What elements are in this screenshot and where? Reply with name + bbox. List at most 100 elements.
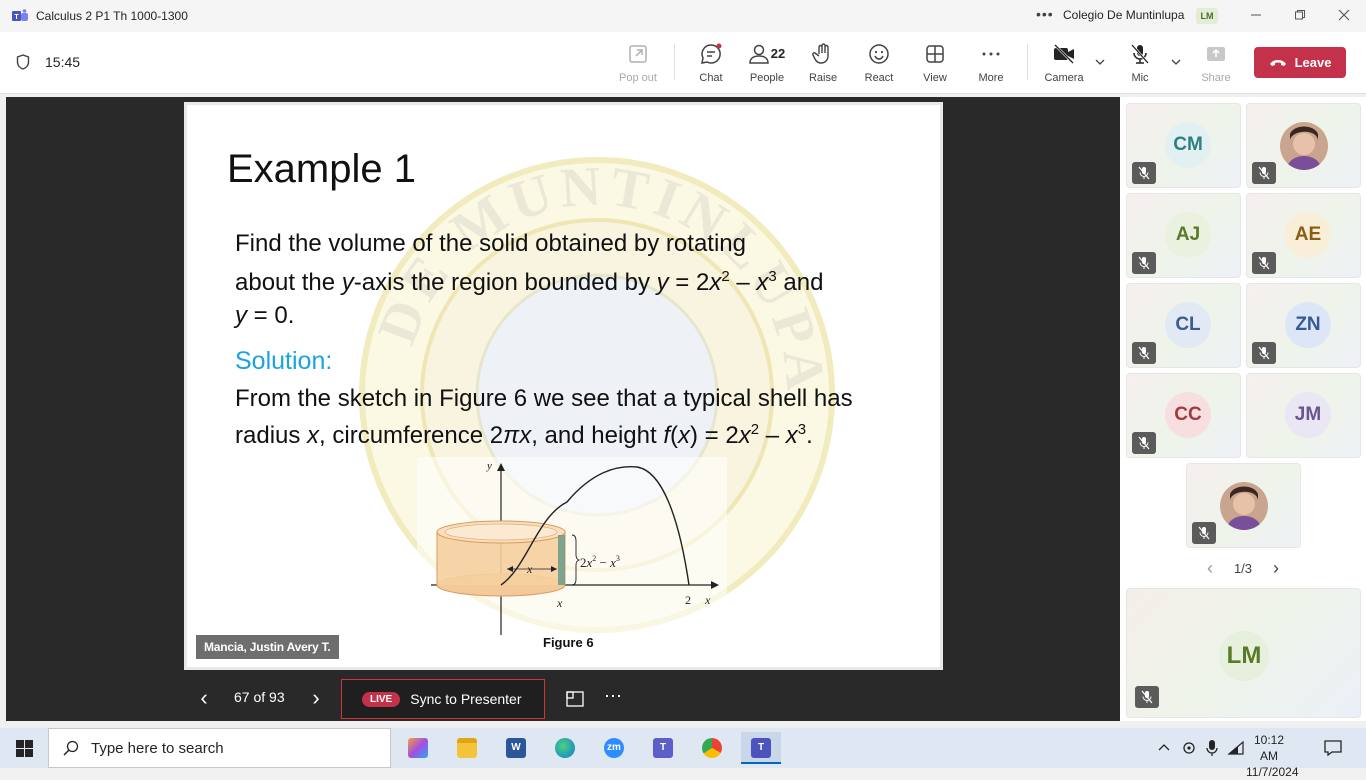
leave-button[interactable]: Leave bbox=[1254, 47, 1346, 78]
file-explorer-icon[interactable] bbox=[447, 732, 487, 764]
mic-off-icon bbox=[1138, 346, 1150, 360]
taskbar-search-box[interactable]: Type here to search bbox=[48, 728, 391, 768]
copilot-app-icon[interactable] bbox=[398, 732, 438, 764]
teams-active-app-icon[interactable]: T bbox=[741, 732, 781, 764]
participant-tile[interactable]: CL bbox=[1126, 283, 1241, 368]
participant-avatar: JM bbox=[1285, 392, 1331, 438]
self-view-tile[interactable]: LM bbox=[1126, 588, 1361, 718]
figure-y-label: y bbox=[486, 460, 492, 472]
participant-tile[interactable]: JM bbox=[1246, 373, 1361, 458]
previous-slide-button[interactable]: ‹ bbox=[194, 687, 214, 709]
participant-tile[interactable] bbox=[1246, 103, 1361, 188]
system-clock[interactable]: 10:12 AM 11/7/2024 bbox=[1246, 732, 1299, 780]
camera-options-chevron-icon[interactable] bbox=[1095, 58, 1105, 66]
self-avatar: LM bbox=[1219, 631, 1269, 681]
presenter-view-icon[interactable] bbox=[565, 689, 585, 709]
figure-caption: Figure 6 bbox=[543, 635, 594, 650]
gallery-pager: ‹ 1/3 › bbox=[1207, 558, 1279, 579]
organization-name[interactable]: Colegio De Muntinlupa bbox=[1063, 8, 1184, 22]
participant-tile[interactable]: AE bbox=[1246, 193, 1361, 278]
solution-line-2: radius x, circumference 2πx, and height … bbox=[235, 421, 813, 449]
camera-button[interactable]: Camera bbox=[1036, 42, 1092, 88]
view-button[interactable]: View bbox=[907, 42, 963, 88]
presentation-more-button[interactable]: ⋯ bbox=[604, 686, 623, 707]
sync-to-presenter-button[interactable]: LIVE Sync to Presenter bbox=[341, 679, 545, 719]
meeting-toolbar: 15:45 Pop out Chat 22 People Raise React… bbox=[0, 32, 1366, 94]
figure-x-axis-label: x bbox=[704, 593, 711, 607]
live-badge: LIVE bbox=[362, 691, 401, 707]
mic-button[interactable]: Mic bbox=[1112, 42, 1168, 88]
share-button[interactable]: Share bbox=[1188, 42, 1244, 88]
word-app-icon[interactable]: W bbox=[496, 732, 536, 764]
next-slide-button[interactable]: › bbox=[306, 687, 326, 709]
view-label: View bbox=[923, 72, 947, 84]
participant-tile[interactable]: CM bbox=[1126, 103, 1241, 188]
share-icon bbox=[1207, 47, 1225, 61]
sync-label: Sync to Presenter bbox=[410, 691, 522, 707]
clock-date: 11/7/2024 bbox=[1246, 765, 1299, 779]
muted-indicator bbox=[1252, 162, 1276, 184]
wifi-icon[interactable] bbox=[1227, 740, 1245, 756]
participant-tile[interactable]: ZN bbox=[1246, 283, 1361, 368]
gallery-page-indicator: 1/3 bbox=[1233, 561, 1253, 576]
mic-off-icon bbox=[1258, 346, 1270, 360]
chrome-browser-icon[interactable] bbox=[692, 732, 732, 764]
problem-statement: Find the volume of the solid obtained by… bbox=[235, 227, 915, 332]
popout-button[interactable]: Pop out bbox=[610, 42, 666, 88]
camera-label: Camera bbox=[1044, 72, 1084, 84]
solution-line-1: From the sketch in Figure 6 we see that … bbox=[235, 385, 853, 412]
mic-off-icon bbox=[1131, 44, 1149, 64]
chat-label: Chat bbox=[699, 72, 723, 84]
search-placeholder: Type here to search bbox=[91, 739, 224, 757]
participant-avatar: AE bbox=[1285, 212, 1331, 258]
mic-off-icon bbox=[1258, 256, 1270, 270]
notifications-icon[interactable] bbox=[1324, 740, 1342, 756]
search-icon bbox=[63, 740, 79, 756]
location-icon[interactable] bbox=[1181, 740, 1197, 756]
problem-line-3: y = 0. bbox=[235, 302, 295, 329]
participant-avatar: AJ bbox=[1165, 212, 1211, 258]
more-label: More bbox=[978, 72, 1004, 84]
people-button[interactable]: 22 People bbox=[739, 42, 795, 88]
react-button[interactable]: React bbox=[851, 42, 907, 88]
edge-browser-icon[interactable] bbox=[545, 732, 585, 764]
mic-options-chevron-icon[interactable] bbox=[1171, 58, 1181, 66]
participant-tile[interactable] bbox=[1186, 463, 1301, 548]
show-hidden-icons-icon[interactable] bbox=[1158, 742, 1170, 752]
participant-avatar: ZN bbox=[1285, 302, 1331, 348]
muted-indicator bbox=[1132, 342, 1156, 364]
figure-two-tick-label: 2 bbox=[685, 593, 691, 607]
participant-tile[interactable]: AJ bbox=[1126, 193, 1241, 278]
restore-button[interactable] bbox=[1290, 6, 1310, 26]
people-label: People bbox=[749, 72, 785, 84]
close-button[interactable] bbox=[1334, 6, 1354, 26]
minimize-icon bbox=[1251, 14, 1261, 16]
people-icon: 22 bbox=[749, 44, 785, 64]
minimize-button[interactable] bbox=[1246, 6, 1266, 26]
muted-indicator bbox=[1192, 522, 1216, 544]
participant-tile[interactable]: CC bbox=[1126, 373, 1241, 458]
more-options-icon[interactable]: ••• bbox=[1036, 6, 1054, 22]
raise-hand-button[interactable]: Raise bbox=[795, 42, 851, 88]
zoom-app-icon[interactable]: zm bbox=[594, 732, 634, 764]
popout-icon bbox=[629, 45, 647, 63]
microphone-in-use-icon[interactable] bbox=[1205, 740, 1219, 756]
mic-off-icon bbox=[1138, 256, 1150, 270]
more-icon bbox=[982, 52, 1000, 56]
self-muted-indicator bbox=[1135, 686, 1159, 708]
account-badge[interactable]: LM bbox=[1196, 8, 1218, 24]
windows-start-icon[interactable] bbox=[16, 740, 33, 757]
people-count: 22 bbox=[771, 46, 785, 61]
toolbar-divider bbox=[1027, 44, 1028, 80]
close-icon bbox=[1338, 9, 1350, 21]
svg-text:T: T bbox=[14, 14, 19, 21]
gallery-next-button[interactable]: › bbox=[1273, 558, 1279, 579]
chat-button[interactable]: Chat bbox=[683, 42, 739, 88]
solution-text: From the sketch in Figure 6 we see that … bbox=[235, 383, 925, 451]
more-button[interactable]: More bbox=[963, 42, 1019, 88]
windows-taskbar: Type here to search W zm T T 10:12 AM 11… bbox=[0, 728, 1366, 779]
problem-line-1: Find the volume of the solid obtained by… bbox=[235, 230, 746, 257]
gallery-prev-button[interactable]: ‹ bbox=[1207, 558, 1213, 579]
meeting-timer: 15:45 bbox=[45, 54, 81, 70]
teams-app-icon[interactable]: T bbox=[643, 732, 683, 764]
